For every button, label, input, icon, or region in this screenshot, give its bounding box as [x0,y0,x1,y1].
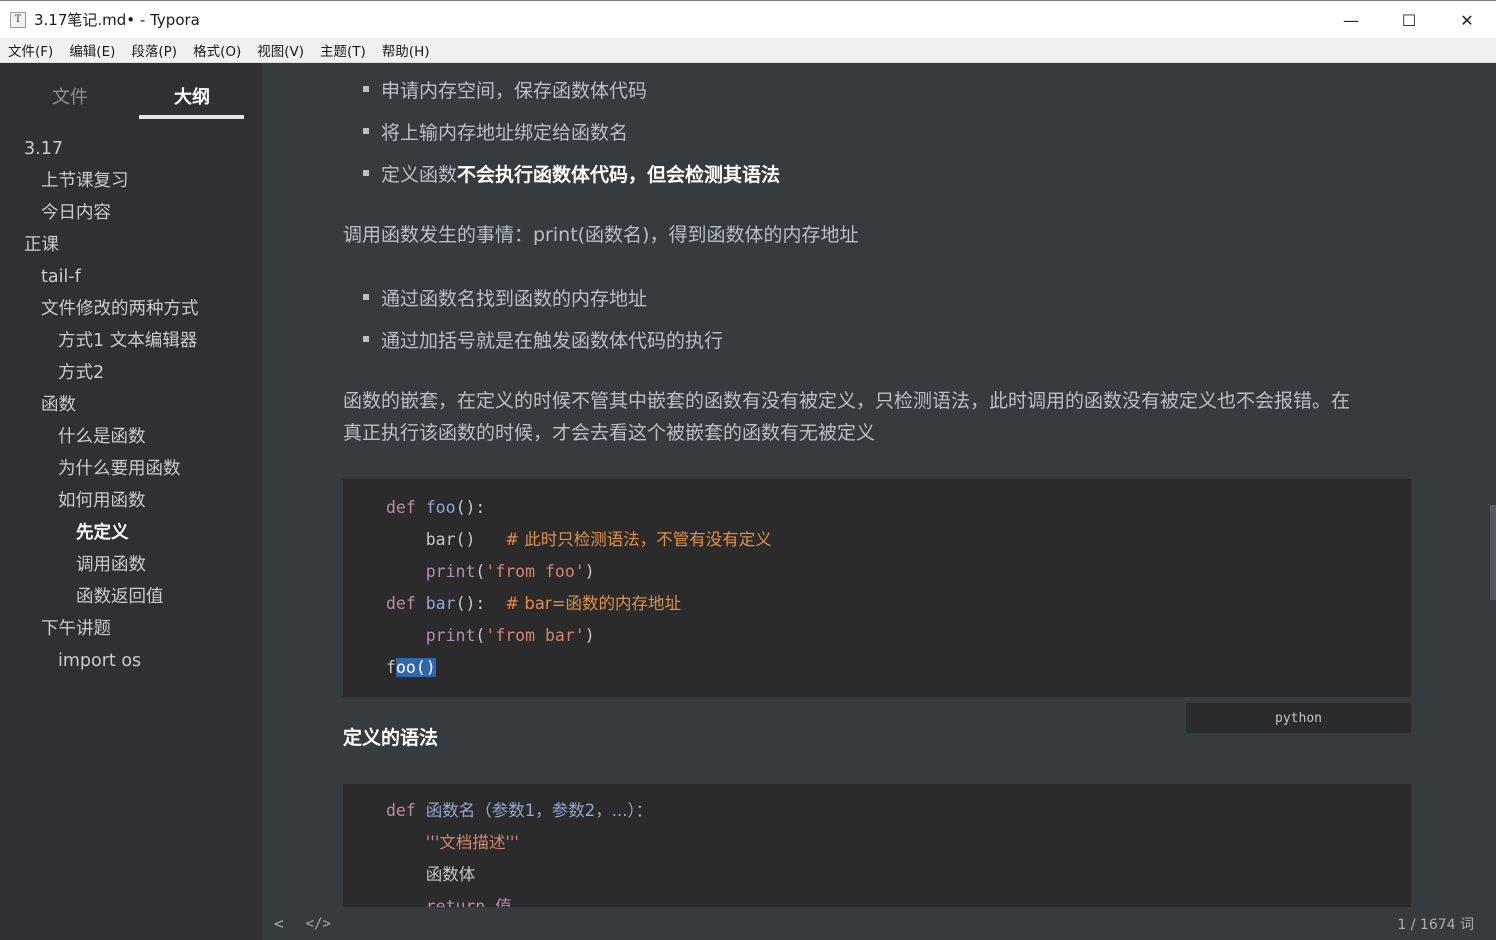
code-line: bar() # 此时只检测语法，不管有没有定义 [425,530,772,549]
bullet-marker [363,336,369,342]
code-line: print('from bar') [425,626,595,645]
menu-edit[interactable]: 编辑(E) [61,40,123,60]
menu-bar: 文件(F) 编辑(E) 段落(P) 格式(O) 视图(V) 主题(T) 帮助(H… [0,38,1496,63]
window-title: 3.17笔记.md• - Typora [34,11,200,29]
tab-outline[interactable]: 大纲 [174,83,210,109]
outline-item[interactable]: 下午讲题 [0,613,262,645]
title-bar: T 3.17笔记.md• - Typora — ☐ ✕ [0,0,1496,38]
outline-item[interactable]: 正课 [0,229,262,261]
bullet-marker [363,128,369,134]
code-line: def foo(): [386,498,486,517]
menu-view[interactable]: 视图(V) [249,40,312,60]
code-language-input[interactable]: python [1186,703,1411,733]
code-line: def 函数名（参数1，参数2，...）： [386,801,653,820]
toggle-sidebar-icon[interactable]: < [274,914,284,933]
outline-item-active[interactable]: 先定义 [0,517,262,549]
outline-item[interactable]: 什么是函数 [0,421,262,453]
list-item-bold-text: 不会执行函数体代码，但会检测其语法 [457,163,781,186]
maximize-button[interactable]: ☐ [1380,1,1438,39]
paragraph-nested-line2: 真正执行该函数的时候，才会去看这个被嵌套的函数有无被定义 [343,422,876,444]
status-bar: < </> 1 / 1674 词 [262,907,1496,940]
code-block[interactable]: def foo(): bar() # 此时只检测语法，不管有没有定义 print… [343,479,1411,697]
list-item-text: 通过加括号就是在触发函数体代码的执行 [381,329,724,352]
code-line: '''文档描述''' [425,833,519,852]
list-item: 申请内存空间，保存函数体代码 [363,74,647,104]
bullet-marker [363,170,369,176]
source-code-mode-icon[interactable]: </> [306,916,331,932]
typora-app-icon: T [10,11,26,28]
outline-item[interactable]: 方式1 文本编辑器 [0,325,262,357]
menu-file[interactable]: 文件(F) [0,40,61,60]
list-item: 通过函数名找到函数的内存地址 [363,282,647,312]
outline-item[interactable]: 3.17 [0,133,262,165]
list-item-text: 申请内存空间，保存函数体代码 [381,79,648,102]
window-controls: — ☐ ✕ [1322,1,1496,39]
code-line: 函数体 [425,865,476,884]
minimize-button[interactable]: — [1322,1,1380,39]
outline-item[interactable]: 为什么要用函数 [0,453,262,485]
outline-list: 3.17 上节课复习 今日内容 正课 tail-f 文件修改的两种方式 方式1 … [0,133,262,677]
menu-help[interactable]: 帮助(H) [374,40,438,60]
paragraph-nested-line1: 函数的嵌套，在定义的时候不管其中嵌套的函数有没有被定义，只检测语法，此时调用的函… [343,390,1351,412]
text-selection: oo() [395,658,436,677]
code-line: return 值 [425,897,512,907]
list-item-text: 将上输内存地址绑定给函数名 [381,121,629,144]
outline-item[interactable]: 今日内容 [0,197,262,229]
outline-item[interactable]: 调用函数 [0,549,262,581]
scrollbar-thumb[interactable] [1490,505,1496,600]
list-item: 将上输内存地址绑定给函数名 [363,116,628,146]
list-item-text: 定义函数 [381,163,458,186]
sidebar-tabs: 文件 大纲 [0,63,262,127]
bullet-marker [363,294,369,300]
outline-item[interactable]: import os [0,645,262,677]
section-heading: 定义的语法 [343,727,439,749]
outline-item[interactable]: 文件修改的两种方式 [0,293,262,325]
list-item: 通过加括号就是在触发函数体代码的执行 [363,324,723,354]
menu-paragraph[interactable]: 段落(P) [123,40,185,60]
code-line: foo() [386,658,436,677]
menu-format[interactable]: 格式(O) [185,40,249,60]
list-item-text: 通过函数名找到函数的内存地址 [381,287,648,310]
code-line: def bar(): # bar=函数的内存地址 [386,594,682,613]
code-line: print('from foo') [425,562,595,581]
outline-item[interactable]: 如何用函数 [0,485,262,517]
outline-item[interactable]: tail-f [0,261,262,293]
tab-files[interactable]: 文件 [52,83,88,109]
sidebar: 文件 大纲 3.17 上节课复习 今日内容 正课 tail-f 文件修改的两种方… [0,63,262,940]
close-button[interactable]: ✕ [1438,1,1496,39]
word-count[interactable]: 1 / 1674 词 [1397,914,1474,934]
active-tab-indicator [139,115,244,119]
outline-item[interactable]: 函数返回值 [0,581,262,613]
paragraph-call: 调用函数发生的事情：print(函数名)，得到函数体的内存地址 [343,224,859,246]
list-item: 定义函数 不会执行函数体代码，但会检测其语法 [363,158,780,188]
menu-theme[interactable]: 主题(T) [312,40,374,60]
code-block[interactable]: def 函数名（参数1，参数2，...）： '''文档描述''' 函数体 ret… [343,784,1411,907]
outline-item[interactable]: 方式2 [0,357,262,389]
outline-item[interactable]: 函数 [0,389,262,421]
outline-item[interactable]: 上节课复习 [0,165,262,197]
editor-content[interactable]: 申请内存空间，保存函数体代码 将上输内存地址绑定给函数名 定义函数 不会执行函数体… [262,63,1496,907]
bullet-marker [363,86,369,92]
